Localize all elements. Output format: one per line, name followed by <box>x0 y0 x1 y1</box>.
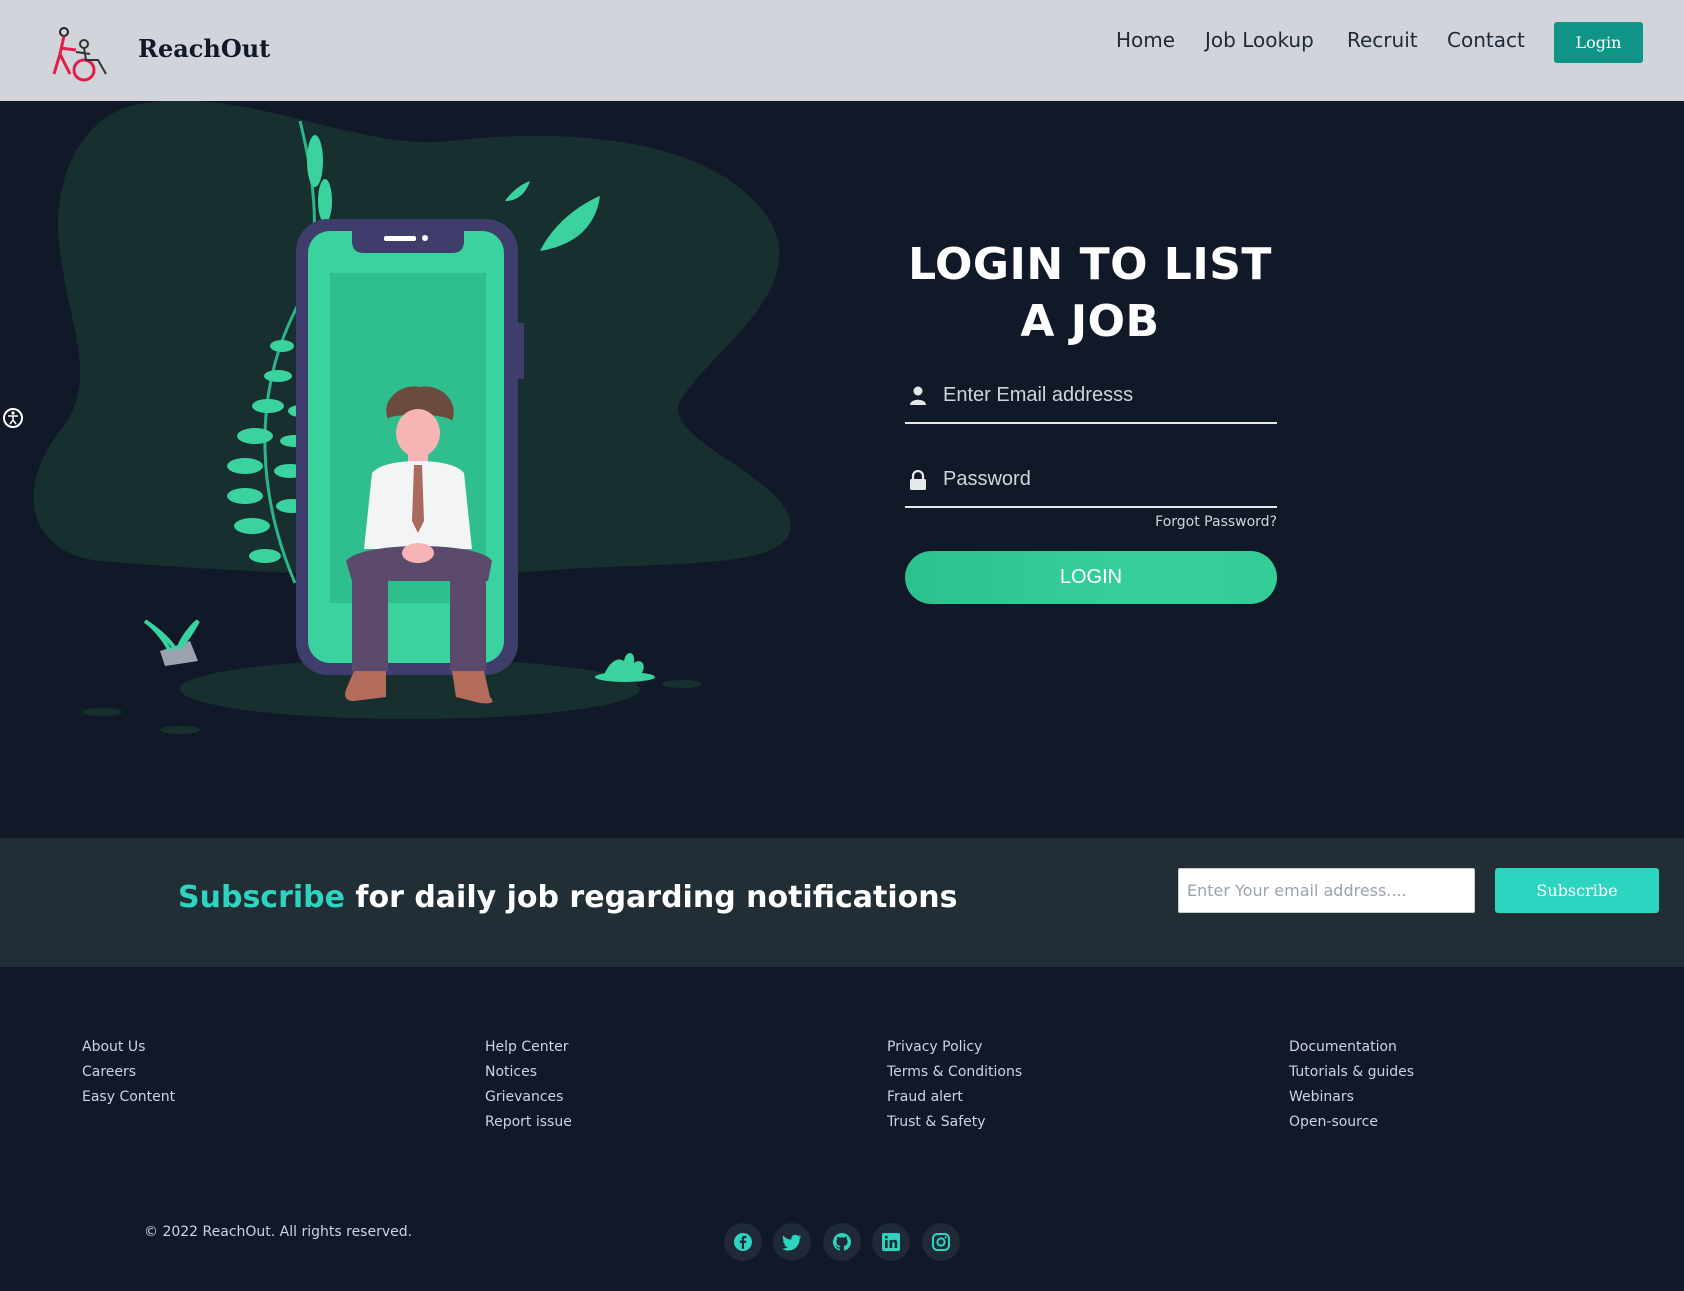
linkedin-icon <box>882 1233 900 1251</box>
subscribe-button[interactable]: Subscribe <box>1495 868 1659 913</box>
user-icon <box>910 386 926 405</box>
reachout-logo-icon[interactable] <box>46 24 114 84</box>
email-placeholder: Enter Email addresss <box>943 384 1134 406</box>
footer-column-company: About Us Careers Easy Content <box>82 1035 175 1110</box>
footer-link-trust-safety[interactable]: Trust & Safety <box>887 1110 1022 1135</box>
forgot-password-link[interactable]: Forgot Password? <box>1100 514 1277 530</box>
password-field[interactable]: Password <box>905 456 1277 508</box>
top-navbar: ReachOut Home Job Lookup Recruit Contact… <box>0 0 1684 101</box>
nav-home[interactable]: Home <box>1116 28 1175 52</box>
footer-link-notices[interactable]: Notices <box>485 1060 572 1085</box>
brand-name[interactable]: ReachOut <box>138 34 270 63</box>
nav-job-lookup[interactable]: Job Lookup <box>1205 28 1314 52</box>
footer-link-about-us[interactable]: About Us <box>82 1035 175 1060</box>
linkedin-link[interactable] <box>872 1223 910 1261</box>
footer-column-resources: Documentation Tutorials & guides Webinar… <box>1289 1035 1414 1135</box>
subscribe-accent: Subscribe <box>178 880 345 915</box>
copyright-text: © 2022 ReachOut. All rights reserved. <box>144 1224 413 1240</box>
footer-link-easy-content[interactable]: Easy Content <box>82 1085 175 1110</box>
footer-link-tutorials[interactable]: Tutorials & guides <box>1289 1060 1414 1085</box>
subscribe-heading: Subscribe for daily job regarding notifi… <box>178 880 957 915</box>
nav-contact[interactable]: Contact <box>1447 28 1525 52</box>
footer-column-help: Help Center Notices Grievances Report is… <box>485 1035 572 1135</box>
subscribe-rest: for daily job regarding notifications <box>344 880 958 915</box>
email-field[interactable]: Enter Email addresss <box>905 372 1277 424</box>
facebook-link[interactable] <box>724 1223 762 1261</box>
header-login-button[interactable]: Login <box>1554 22 1643 63</box>
footer-link-terms[interactable]: Terms & Conditions <box>887 1060 1022 1085</box>
footer-link-report-issue[interactable]: Report issue <box>485 1110 572 1135</box>
github-link[interactable] <box>823 1223 861 1261</box>
footer-link-open-source[interactable]: Open-source <box>1289 1110 1414 1135</box>
twitter-link[interactable] <box>773 1223 811 1261</box>
footer-link-privacy-policy[interactable]: Privacy Policy <box>887 1035 1022 1060</box>
footer-link-fraud-alert[interactable]: Fraud alert <box>887 1085 1022 1110</box>
footer-link-help-center[interactable]: Help Center <box>485 1035 572 1060</box>
footer-link-webinars[interactable]: Webinars <box>1289 1085 1414 1110</box>
nav-recruit[interactable]: Recruit <box>1347 28 1418 52</box>
subscribe-email-input[interactable]: Enter Your email address.... <box>1178 868 1475 913</box>
footer-link-grievances[interactable]: Grievances <box>485 1085 572 1110</box>
password-placeholder: Password <box>943 468 1031 490</box>
github-icon <box>833 1233 851 1251</box>
login-title: LOGIN TO LIST A JOB <box>908 239 1272 347</box>
twitter-icon <box>782 1234 801 1251</box>
login-button[interactable]: LOGIN <box>905 551 1277 604</box>
lock-icon <box>910 470 926 490</box>
footer-link-careers[interactable]: Careers <box>82 1060 175 1085</box>
instagram-link[interactable] <box>922 1223 960 1261</box>
facebook-icon <box>734 1233 752 1251</box>
instagram-icon <box>932 1233 950 1251</box>
footer-column-legal: Privacy Policy Terms & Conditions Fraud … <box>887 1035 1022 1135</box>
hero-illustration <box>33 101 791 734</box>
footer-link-documentation[interactable]: Documentation <box>1289 1035 1414 1060</box>
